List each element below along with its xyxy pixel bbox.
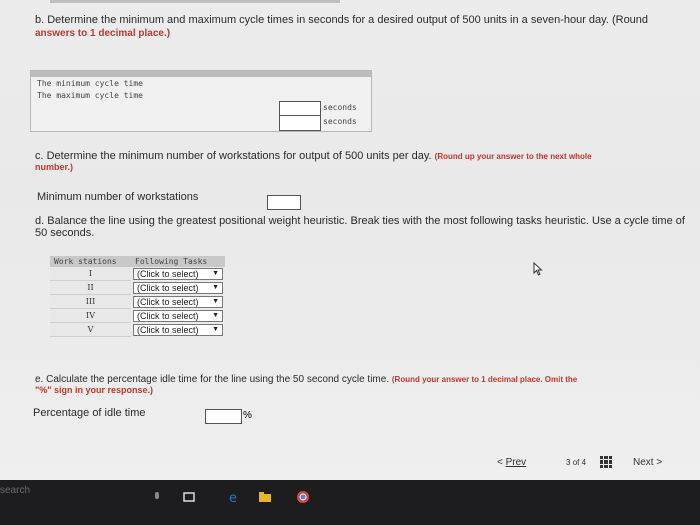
part-c-note: (Round up your answer to the next whole xyxy=(434,152,592,161)
select-text: (Click to select) xyxy=(137,296,199,307)
idle-time-label: Percentage of idle time xyxy=(33,407,146,419)
select-text: (Click to select) xyxy=(137,282,199,293)
workstation-table: Work stations Following Tasks I (Click t… xyxy=(50,256,225,337)
col-following-tasks: Following Tasks xyxy=(131,256,225,267)
part-c-text: c. Determine the minimum number of works… xyxy=(35,150,432,162)
next-label: Next xyxy=(633,457,654,468)
chevron-down-icon: ▼ xyxy=(212,270,219,278)
page-indicator: 3 of 4 xyxy=(566,458,586,467)
task-select-3[interactable]: (Click to select) ▼ xyxy=(133,295,223,308)
page-total: 4 xyxy=(581,458,587,467)
max-cycle-unit: seconds xyxy=(323,117,357,126)
svg-text:e: e xyxy=(229,491,237,504)
chevron-right-icon: > xyxy=(656,457,663,468)
file-explorer-icon[interactable] xyxy=(258,490,272,504)
table-row: IV (Click to select) ▼ xyxy=(50,308,225,323)
chevron-down-icon: ▼ xyxy=(212,312,219,319)
part-e-note: (Round your answer to 1 decimal place. O… xyxy=(391,375,578,384)
chevron-left-icon: < xyxy=(497,457,503,468)
min-cycle-unit: seconds xyxy=(323,103,357,112)
grid-icon[interactable] xyxy=(600,456,612,468)
min-workstations-label: Minimum number of workstations xyxy=(37,191,199,203)
edge-browser-icon[interactable]: e xyxy=(228,490,242,504)
chevron-down-icon: ▼ xyxy=(212,298,219,305)
mouse-cursor-icon xyxy=(533,262,543,276)
prev-label: Prev xyxy=(505,457,527,468)
max-cycle-input[interactable] xyxy=(279,115,321,131)
table-row: I (Click to select) ▼ xyxy=(50,267,225,281)
percent-unit: % xyxy=(243,410,252,421)
chevron-down-icon: ▼ xyxy=(212,284,219,291)
prev-button[interactable]: < Prev xyxy=(497,457,526,468)
part-e-note-2: "%" sign in your response.) xyxy=(35,385,154,395)
microphone-icon[interactable] xyxy=(150,490,164,504)
station-label: III xyxy=(50,294,131,309)
cycle-time-table: The minimum cycle time The maximum cycle… xyxy=(30,70,372,132)
table-row: III (Click to select) ▼ xyxy=(50,294,225,309)
table-row: V (Click to select) ▼ xyxy=(50,322,225,337)
task-select-2[interactable]: (Click to select) ▼ xyxy=(133,281,223,294)
part-b-note: answers to 1 decimal place.) xyxy=(35,28,171,39)
page-of: of xyxy=(572,458,580,467)
part-c-question: c. Determine the minimum number of works… xyxy=(35,150,592,162)
min-cycle-label: The minimum cycle time xyxy=(37,79,143,88)
min-workstations-input[interactable] xyxy=(267,195,301,210)
page-current: 3 xyxy=(566,458,571,467)
task-select-5[interactable]: (Click to select) ▼ xyxy=(133,323,223,336)
top-divider xyxy=(50,0,340,3)
task-select-4[interactable]: (Click to select) ▼ xyxy=(133,309,223,322)
next-button[interactable]: Next > xyxy=(633,457,662,468)
task-view-icon[interactable] xyxy=(182,490,196,504)
idle-time-input[interactable] xyxy=(205,409,242,424)
taskbar xyxy=(0,480,700,525)
part-d-question: d. Balance the line using the greatest p… xyxy=(35,215,685,227)
chrome-browser-icon[interactable] xyxy=(296,490,310,504)
part-e-question: e. Calculate the percentage idle time fo… xyxy=(35,374,577,385)
max-cycle-label: The maximum cycle time xyxy=(37,91,143,100)
station-label: V xyxy=(50,322,131,337)
select-text: (Click to select) xyxy=(137,324,199,335)
part-d-question-2: 50 seconds. xyxy=(35,227,95,239)
part-b-question: b. Determine the minimum and maximum cyc… xyxy=(35,14,648,26)
table-row: II (Click to select) ▼ xyxy=(50,280,225,295)
station-label: IV xyxy=(50,308,131,323)
table-header-bar xyxy=(31,71,371,77)
quiz-page: b. Determine the minimum and maximum cyc… xyxy=(0,0,700,480)
part-c-note-2: number.) xyxy=(35,162,74,172)
part-e-text: e. Calculate the percentage idle time fo… xyxy=(35,374,390,385)
col-workstations: Work stations xyxy=(50,256,131,267)
part-b-text: b. Determine the minimum and maximum cyc… xyxy=(35,14,649,26)
chevron-down-icon: ▼ xyxy=(212,326,219,333)
select-text: (Click to select) xyxy=(137,268,199,279)
station-label: I xyxy=(50,267,131,281)
select-text: (Click to select) xyxy=(137,310,199,321)
station-label: II xyxy=(50,280,131,295)
task-select-1[interactable]: (Click to select) ▼ xyxy=(133,267,223,280)
taskbar-search[interactable]: search xyxy=(0,485,30,496)
